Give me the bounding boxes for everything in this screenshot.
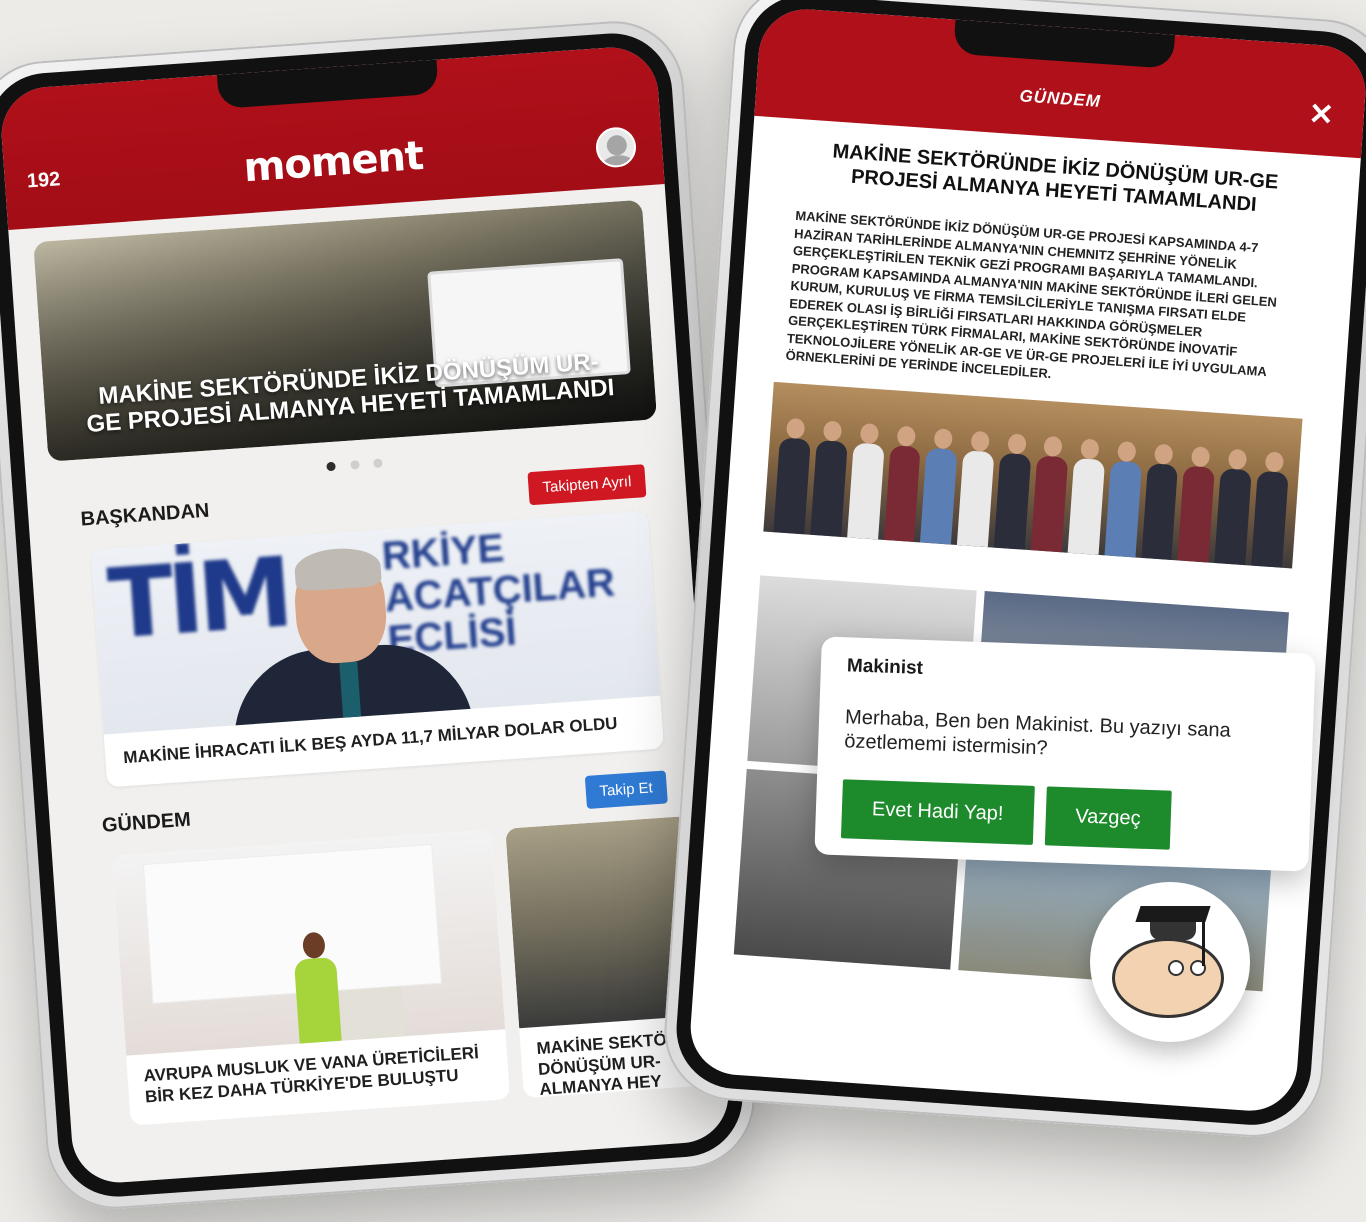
- home-screen: 192 moment MAKİNE SEKTÖRÜNDE İKİZ DÖNÜŞÜ…: [0, 44, 732, 1186]
- article-category: GÜNDEM: [1018, 86, 1102, 111]
- mascot-avatar-icon[interactable]: [1090, 882, 1250, 1042]
- section-title-baskandan: BAŞKANDAN: [79, 499, 210, 531]
- notification-count[interactable]: 192: [26, 168, 61, 193]
- confirm-summary-button[interactable]: Evet Hadi Yap!: [840, 779, 1035, 845]
- person-photo: [222, 544, 475, 735]
- gundem-card-row[interactable]: AVRUPA MUSLUK VE VANA ÜRETİCİLERİ BİR KE…: [112, 815, 727, 1126]
- assistant-message: Merhaba, Ben ben Makinist. Bu yazıyı san…: [843, 706, 1232, 760]
- profile-avatar-icon[interactable]: [594, 126, 638, 169]
- card-image: [112, 829, 506, 1056]
- card-image: TİM RKİYE ACATÇILAR ECLİSİ: [90, 511, 661, 735]
- close-icon[interactable]: ✕: [1307, 97, 1335, 134]
- dialog-actions: Evet Hadi Yap! Vazgeç: [840, 779, 1285, 853]
- right-phone: GÜNDEM ✕ MAKİNE SEKTÖRÜNDE İKİZ DÖNÜŞÜM …: [659, 0, 1366, 1142]
- left-phone: 192 moment MAKİNE SEKTÖRÜNDE İKİZ DÖNÜŞÜ…: [0, 16, 760, 1214]
- assistant-name: Makinist: [846, 655, 924, 679]
- section-title-gundem: GÜNDEM: [101, 808, 192, 838]
- cancel-button[interactable]: Vazgeç: [1044, 786, 1172, 850]
- carousel-dot-1[interactable]: [326, 461, 336, 472]
- phone-bezel: 192 moment MAKİNE SEKTÖRÜNDE İKİZ DÖNÜŞÜ…: [0, 29, 747, 1201]
- assistant-dialog: Makinist Merhaba, Ben ben Makinist. Bu y…: [814, 636, 1316, 872]
- app-logo: moment: [242, 132, 425, 192]
- news-card[interactable]: AVRUPA MUSLUK VE VANA ÜRETİCİLERİ BİR KE…: [112, 829, 511, 1126]
- phone-bezel: GÜNDEM ✕ MAKİNE SEKTÖRÜNDE İKİZ DÖNÜŞÜM …: [672, 0, 1366, 1129]
- news-card-baskandan[interactable]: TİM RKİYE ACATÇILAR ECLİSİ MAKİNE İHRACA…: [90, 511, 665, 788]
- carousel-dot-2[interactable]: [349, 460, 360, 470]
- hero-carousel[interactable]: MAKİNE SEKTÖRÜNDE İKİZ DÖNÜŞÜM UR-GE PRO…: [33, 199, 658, 462]
- article-screen: GÜNDEM ✕ MAKİNE SEKTÖRÜNDE İKİZ DÖNÜŞÜM …: [687, 6, 1366, 1114]
- hero-title: MAKİNE SEKTÖRÜNDE İKİZ DÖNÜŞÜM UR-GE PRO…: [85, 347, 616, 439]
- unfollow-button[interactable]: Takipten Ayrıl: [527, 464, 647, 506]
- follow-button[interactable]: Takip Et: [584, 770, 668, 810]
- carousel-dot-3[interactable]: [373, 458, 383, 469]
- article-photo[interactable]: [763, 381, 1303, 569]
